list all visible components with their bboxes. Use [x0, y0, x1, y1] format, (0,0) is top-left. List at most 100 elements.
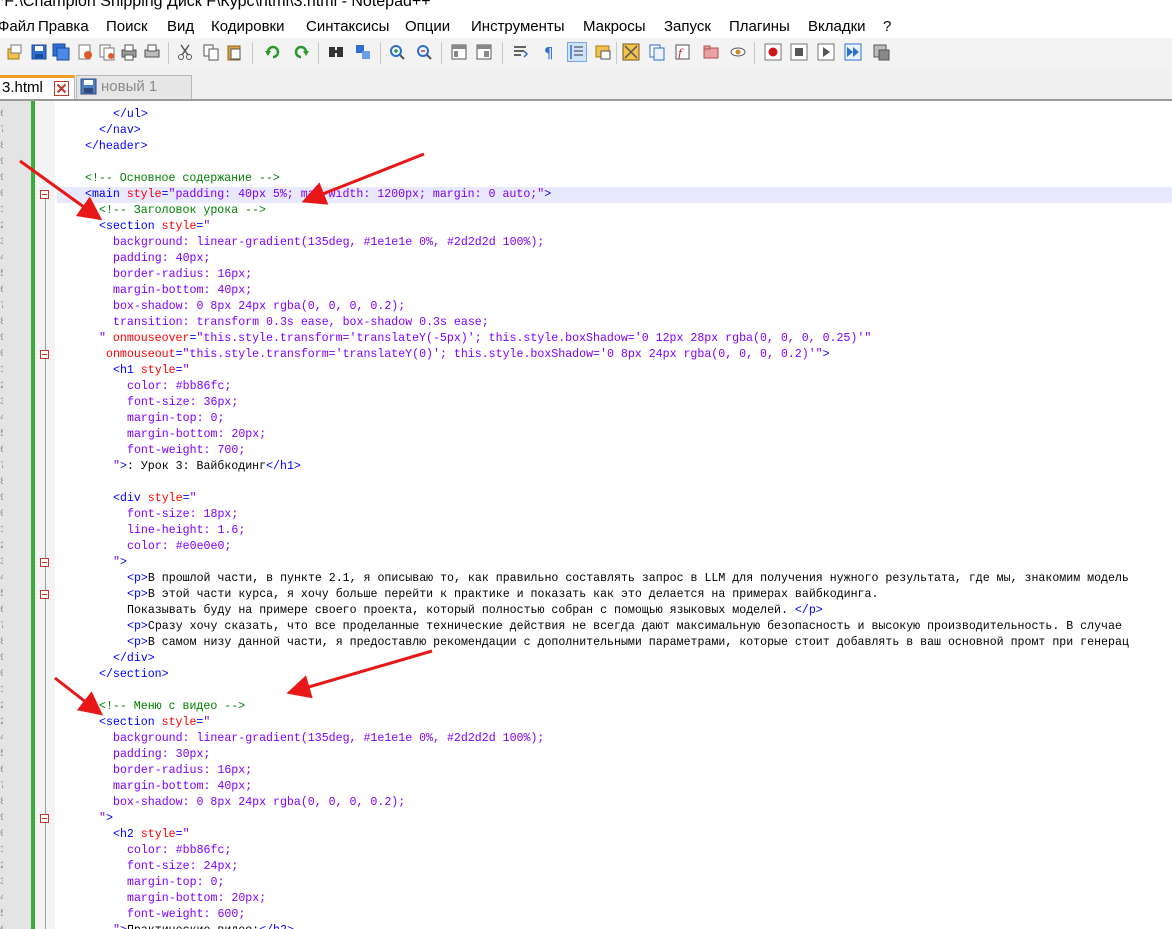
record-macro-icon[interactable]	[764, 43, 782, 61]
new-file-icon[interactable]	[6, 43, 24, 61]
save-icon[interactable]	[52, 43, 70, 61]
line-number: 2	[0, 539, 3, 555]
fold-toggle-icon[interactable]	[40, 814, 49, 823]
find-icon[interactable]	[327, 43, 345, 61]
zoom-out-icon[interactable]	[415, 43, 433, 61]
line-number: 4	[0, 411, 3, 427]
paste-icon[interactable]	[225, 43, 243, 61]
line-number: 5	[0, 427, 3, 443]
menu-syntax[interactable]: Синтаксисы	[306, 18, 389, 35]
fold-toggle-icon[interactable]	[40, 190, 49, 199]
line-number: 8	[0, 315, 3, 331]
close-all-icon[interactable]	[120, 43, 138, 61]
cut-icon[interactable]	[176, 43, 194, 61]
line-number: 3	[0, 235, 3, 251]
line-number: 6	[0, 107, 3, 123]
replace-icon[interactable]	[354, 43, 372, 61]
menu-edit[interactable]: Правка	[38, 18, 89, 35]
sync-horizontal-icon[interactable]	[475, 43, 493, 61]
line-number: 4	[0, 251, 3, 267]
tab-label: 3.html	[2, 79, 43, 96]
tab-3-html[interactable]: 3.html	[0, 75, 75, 99]
line-number: 1	[0, 843, 3, 859]
line-number: 5	[0, 267, 3, 283]
play-macro-icon[interactable]	[817, 43, 835, 61]
menu-view[interactable]: Вид	[167, 18, 194, 35]
line-number: 0	[0, 507, 3, 523]
doc-list-icon[interactable]	[648, 43, 666, 61]
print-icon[interactable]	[143, 43, 161, 61]
undo-icon[interactable]	[264, 43, 282, 61]
line-number: 7	[0, 619, 3, 635]
arrow-3	[54, 676, 104, 716]
sync-vertical-icon[interactable]	[450, 43, 468, 61]
menu-options[interactable]: Опции	[405, 18, 450, 35]
menu-tools[interactable]: Инструменты	[471, 18, 565, 35]
line-number: 7	[0, 123, 3, 139]
unsaved-file-icon	[80, 78, 97, 95]
line-number: 0	[0, 827, 3, 843]
line-number: 8	[0, 139, 3, 155]
line-number: 2	[0, 699, 3, 715]
monitoring-icon[interactable]	[729, 43, 747, 61]
line-number: 3	[0, 875, 3, 891]
toolbar: ¶ f	[0, 38, 1172, 69]
zoom-in-icon[interactable]	[388, 43, 406, 61]
window-title: *F:\Champion Shipping Диск F\Курс\html\3…	[0, 0, 431, 10]
line-number: 0	[0, 667, 3, 683]
menu-file[interactable]: Файл	[0, 18, 35, 35]
folder-workspace-icon[interactable]	[702, 43, 720, 61]
fold-toggle-icon[interactable]	[40, 558, 49, 567]
user-lang-icon[interactable]	[594, 43, 612, 61]
line-number: 7	[0, 779, 3, 795]
line-number: 8	[0, 635, 3, 651]
line-number: 2	[0, 379, 3, 395]
line-number: 6	[0, 603, 3, 619]
tab-bar: 3.html новый 1	[0, 68, 1172, 101]
redo-icon[interactable]	[292, 43, 310, 61]
fold-toggle-icon[interactable]	[40, 590, 49, 599]
line-number: 6	[0, 923, 3, 929]
line-number: 6	[0, 283, 3, 299]
line-number: 6	[0, 763, 3, 779]
indent-guide-icon[interactable]	[567, 42, 587, 62]
tab-close-icon[interactable]	[54, 81, 69, 96]
save-all-icon[interactable]	[76, 43, 94, 61]
line-number: 8	[0, 795, 3, 811]
menu-help[interactable]: ?	[883, 18, 891, 35]
line-number: 5	[0, 907, 3, 923]
line-number: 3	[0, 395, 3, 411]
window-title-bar: *F:\Champion Shipping Диск F\Курс\html\3…	[0, 0, 1172, 16]
menu-bar: Файл Правка Поиск Вид Кодировки Синтакси…	[0, 16, 1172, 38]
arrow-2	[301, 152, 425, 205]
menu-search[interactable]: Поиск	[106, 18, 148, 35]
line-number: 2	[0, 715, 3, 731]
fold-toggle-icon[interactable]	[40, 350, 49, 359]
save-macro-icon[interactable]	[872, 43, 890, 61]
tab-label: новый 1	[101, 78, 158, 95]
doc-map-icon[interactable]	[622, 43, 640, 61]
menu-macros[interactable]: Макросы	[583, 18, 646, 35]
menu-encoding[interactable]: Кодировки	[211, 18, 284, 35]
copy-icon[interactable]	[202, 43, 220, 61]
run-macro-multiple-icon[interactable]	[844, 43, 862, 61]
line-number: 9	[0, 171, 3, 187]
function-list-icon[interactable]: f	[674, 43, 692, 61]
code-editor[interactable]: </ul> </nav> </header> <!-- Основное содерж…	[0, 101, 1172, 929]
tab-new-1[interactable]: новый 1	[76, 75, 192, 99]
stop-macro-icon[interactable]	[790, 43, 808, 61]
close-icon[interactable]	[98, 43, 116, 61]
show-all-chars-icon[interactable]: ¶	[540, 43, 558, 61]
word-wrap-icon[interactable]	[512, 43, 530, 61]
arrow-4	[286, 649, 433, 699]
menu-tabs[interactable]: Вкладки	[808, 18, 866, 35]
menu-plugins[interactable]: Плагины	[729, 18, 790, 35]
line-number: 4	[0, 571, 3, 587]
line-number: 1	[0, 203, 3, 219]
open-file-icon[interactable]	[30, 43, 48, 61]
line-number: 3	[0, 555, 3, 571]
menu-run[interactable]: Запуск	[664, 18, 711, 35]
line-number: 7	[0, 459, 3, 475]
line-number: 7	[0, 299, 3, 315]
line-number: 5	[0, 747, 3, 763]
